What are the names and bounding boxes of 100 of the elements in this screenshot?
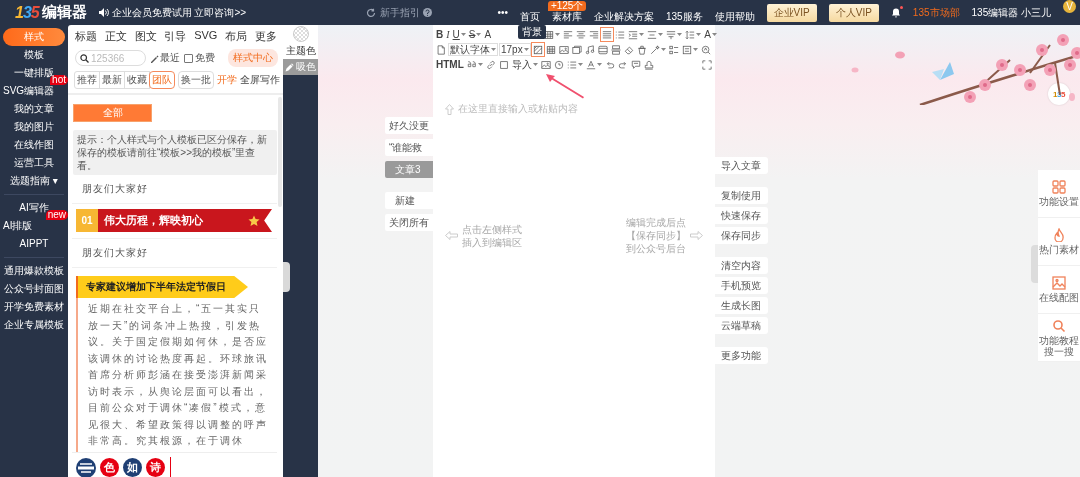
- close-all-button[interactable]: 关闭所有: [385, 214, 433, 231]
- action-button[interactable]: 更多功能: [715, 347, 768, 364]
- sidebar-item[interactable]: 开学免费素材: [4, 301, 64, 313]
- side-tool[interactable]: 热门素材: [1038, 218, 1080, 266]
- nav-link[interactable]: 首页: [519, 10, 540, 23]
- action-button[interactable]: 云端草稿: [715, 317, 768, 334]
- action-button[interactable]: 导入文章: [715, 157, 768, 174]
- underline-button[interactable]: U: [451, 28, 467, 41]
- italic-button[interactable]: I: [445, 28, 451, 41]
- side-tool[interactable]: 功能教程搜一搜: [1038, 314, 1080, 362]
- sidebar-item[interactable]: 我的图片: [14, 121, 54, 133]
- filter-tab[interactable]: 推荐: [74, 71, 100, 89]
- scrollbar[interactable]: [278, 97, 282, 207]
- line-height-icon: [685, 29, 696, 40]
- category-tab[interactable]: 引导: [164, 29, 187, 46]
- logo: 135 编辑器: [15, 3, 87, 22]
- category-tab[interactable]: SVG: [194, 29, 218, 46]
- category-tab[interactable]: 更多: [254, 29, 277, 46]
- sidebar-item[interactable]: AIPPT: [19, 238, 49, 250]
- template-text[interactable]: 朋友们大家好: [82, 247, 148, 258]
- recent-link[interactable]: 最近: [150, 51, 180, 65]
- draft-tab[interactable]: 好久没更: [385, 117, 433, 134]
- sidebar-item[interactable]: 我的文章: [14, 103, 54, 115]
- bell-icon[interactable]: [890, 7, 901, 18]
- bold-button[interactable]: B: [435, 28, 445, 41]
- vip-button[interactable]: 企业VIP: [766, 3, 817, 22]
- category-tab[interactable]: 图文: [134, 29, 157, 46]
- eraser-icon: [623, 44, 634, 55]
- template-text[interactable]: 朋友们大家好: [82, 183, 148, 194]
- sidebar-item[interactable]: 运营工具: [14, 157, 54, 169]
- promo-link[interactable]: 企业会员免费试用 立即咨询>>: [111, 5, 247, 20]
- category-tab[interactable]: 正文: [104, 29, 127, 46]
- caret-icon: [711, 33, 717, 36]
- divider-icon: [610, 44, 621, 55]
- nav-link[interactable]: 135服务: [665, 10, 703, 23]
- sidebar-item[interactable]: 选题指南 ▾: [10, 175, 58, 187]
- caret-icon: [523, 48, 529, 51]
- font-letter-button[interactable]: A: [483, 28, 493, 41]
- filter-tab[interactable]: 收藏: [124, 71, 150, 89]
- sidebar-item[interactable]: 模板: [24, 49, 44, 61]
- action-button[interactable]: 清空内容: [715, 257, 768, 274]
- sidebar-item[interactable]: 公众号封面图: [4, 283, 64, 295]
- bucket-icon: [636, 44, 647, 55]
- action-button[interactable]: 保存同步: [715, 227, 768, 244]
- square-icon: [498, 59, 509, 70]
- category-tab[interactable]: 标题: [75, 29, 97, 46]
- nav-link[interactable]: 企业解决方案: [593, 10, 654, 23]
- action-button[interactable]: 复制使用: [715, 187, 768, 204]
- more-menu[interactable]: •••: [497, 7, 508, 18]
- theme-color-button[interactable]: 主题色: [283, 25, 318, 59]
- side-tool[interactable]: 在线配图: [1038, 266, 1080, 314]
- collapse-handle[interactable]: [283, 262, 290, 292]
- toolbar-button[interactable]: [543, 28, 562, 41]
- caret-icon: [460, 33, 466, 36]
- side-tool[interactable]: 功能设置: [1038, 170, 1080, 218]
- dropdown-select[interactable]: 17px: [499, 43, 531, 56]
- gallery-icon: [571, 44, 582, 55]
- char-badge: 色: [100, 458, 119, 477]
- caret-icon: [476, 33, 482, 36]
- free-checkbox[interactable]: [184, 53, 193, 63]
- shuffle-button[interactable]: 换一批: [178, 71, 214, 89]
- nav-link[interactable]: 素材库: [551, 10, 582, 23]
- search-icon: [1052, 318, 1066, 333]
- strikethrough-button[interactable]: S: [467, 28, 483, 41]
- guide-link[interactable]: 新手指引: [380, 5, 421, 20]
- action-button[interactable]: 生成长图: [715, 297, 768, 314]
- sidebar-item[interactable]: 通用爆款模板: [4, 265, 64, 277]
- tag-badge: hot: [50, 75, 68, 85]
- sidebar-item[interactable]: AI排版: [3, 220, 33, 232]
- dropdown-select[interactable]: 默认字体: [448, 43, 498, 56]
- char-badge: 如: [123, 458, 142, 477]
- sidebar-item[interactable]: 企业专属模板: [4, 319, 64, 331]
- caret-icon: [596, 63, 602, 66]
- video-icon: [597, 44, 608, 55]
- user-name[interactable]: 135编辑器 小三儿: [971, 5, 1051, 20]
- html-button[interactable]: HTML: [435, 58, 465, 71]
- quote-icon: [466, 59, 477, 70]
- nav-link[interactable]: 使用帮助: [714, 10, 755, 23]
- char-badge: 诗: [146, 458, 165, 477]
- import-button[interactable]: 导入: [510, 58, 539, 71]
- action-button[interactable]: 手机预览: [715, 277, 768, 294]
- toolbar-button[interactable]: [635, 43, 648, 56]
- team-link[interactable]: 135市场部: [912, 5, 960, 20]
- category-tab[interactable]: 布局: [225, 29, 248, 46]
- filter-tab[interactable]: 最新: [99, 71, 125, 89]
- indent-icon: [628, 29, 639, 40]
- search-field[interactable]: 125366: [75, 50, 146, 66]
- font-letter-button[interactable]: A: [703, 28, 718, 41]
- caret-icon: [577, 63, 583, 66]
- new-button[interactable]: 新建: [385, 192, 433, 209]
- table-icon: [545, 44, 556, 55]
- fullscreen-link[interactable]: 全屏写作: [240, 73, 280, 87]
- sidebar-item[interactable]: SVG编辑器: [3, 85, 55, 97]
- image-icon: [558, 44, 569, 55]
- action-button[interactable]: 快速保存: [715, 207, 768, 224]
- collapse-handle[interactable]: [1031, 245, 1038, 283]
- draft-tab[interactable]: “谁能救: [385, 139, 433, 156]
- vip-button[interactable]: 个人VIP: [828, 3, 879, 22]
- title-banner[interactable]: 01 伟大历程，辉映初心: [76, 209, 272, 232]
- sidebar-item[interactable]: 在线作图: [14, 139, 54, 151]
